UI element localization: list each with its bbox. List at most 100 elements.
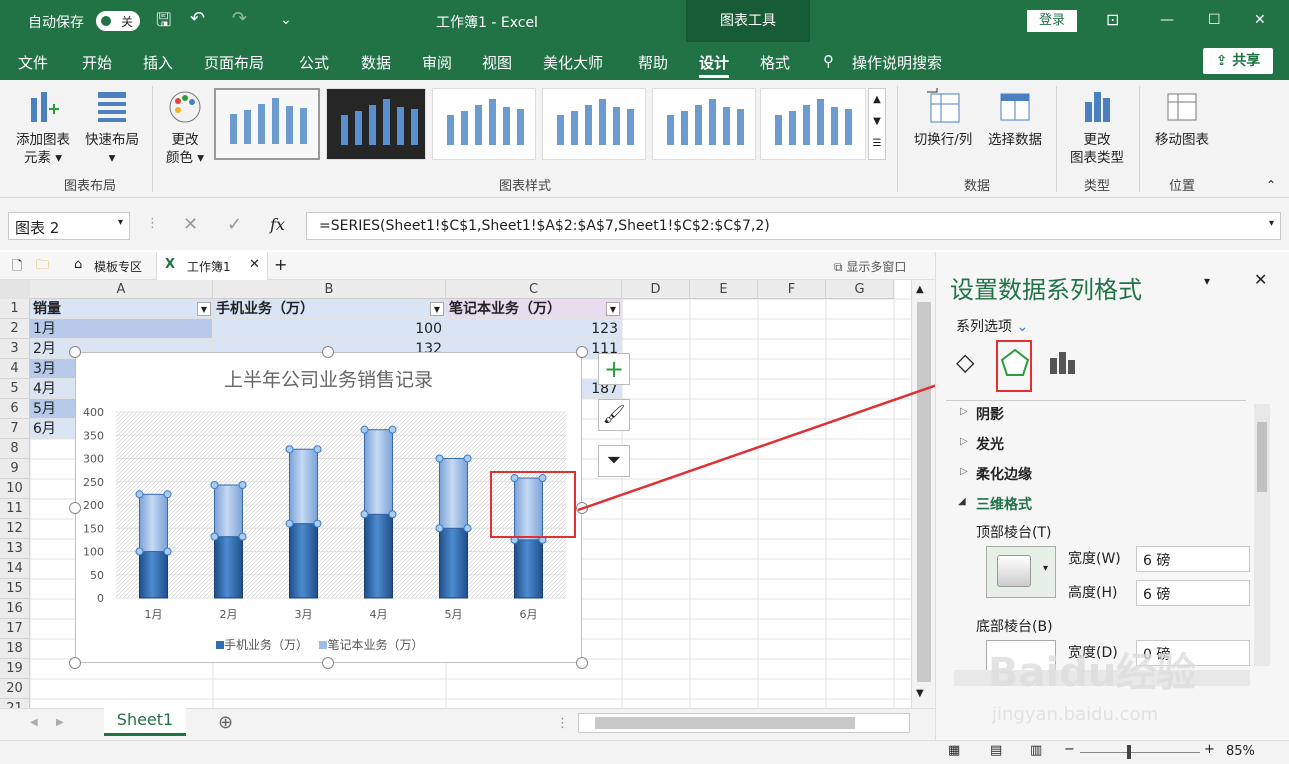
pane-close-icon[interactable]: ✕	[1254, 270, 1267, 289]
section-3d-format[interactable]: 三维格式	[976, 494, 1032, 514]
collapse-ribbon-icon[interactable]: ⌃	[1266, 178, 1276, 192]
pane-options-icon[interactable]: ▾	[1204, 274, 1210, 288]
row-header-13[interactable]: 13	[0, 539, 30, 559]
section-soft-edges[interactable]: 柔化边缘	[976, 464, 1032, 484]
tab-view[interactable]: 视图	[482, 52, 512, 73]
collapse-3d-icon[interactable]: ◢	[958, 496, 966, 507]
save-icon[interactable]: 🖫	[156, 8, 171, 38]
col-header-G[interactable]: G	[826, 280, 894, 299]
chart-style-2[interactable]	[326, 88, 426, 160]
search-icon[interactable]: ⚲	[823, 52, 834, 70]
normal-view-icon[interactable]: ▦	[948, 743, 960, 758]
prev-sheet-icon[interactable]: ◀	[30, 717, 38, 728]
styles-scroll[interactable]: ▲ ▼ ☰	[868, 88, 886, 160]
page-break-view-icon[interactable]: ▥	[1030, 743, 1042, 758]
login-button[interactable]: 登录	[1027, 10, 1077, 32]
chart-style-3[interactable]	[432, 88, 536, 160]
expand-shadow-icon[interactable]: ▷	[960, 406, 968, 417]
series-selection-handle[interactable]	[163, 547, 172, 556]
row-header-8[interactable]: 8	[0, 439, 30, 459]
resize-handle-tm[interactable]	[322, 346, 334, 358]
chart-style-4[interactable]	[542, 88, 646, 160]
series-selection-handle[interactable]	[435, 454, 444, 463]
bar-mobile-5月[interactable]	[439, 527, 468, 599]
col-header-F[interactable]: F	[758, 280, 826, 299]
col-header-D[interactable]: D	[622, 280, 690, 299]
series-selection-handle[interactable]	[135, 547, 144, 556]
filter-dropdown-icon[interactable]: ▼	[606, 302, 620, 316]
series-selection-handle[interactable]	[163, 490, 172, 499]
add-tab-icon[interactable]: +	[274, 255, 287, 274]
tab-home[interactable]: 开始	[82, 52, 112, 73]
series-selection-handle[interactable]	[238, 481, 247, 490]
zoom-level[interactable]: 85%	[1226, 744, 1255, 759]
col-header-C[interactable]: C	[446, 280, 622, 299]
switch-row-col-button[interactable]: 切换行/列	[906, 88, 980, 149]
series-selection-handle[interactable]	[238, 532, 247, 541]
cancel-formula-icon[interactable]: ✕	[183, 214, 198, 235]
resize-handle-bl[interactable]	[69, 657, 81, 669]
change-colors-button[interactable]: 更改 颜色 ▾	[160, 88, 210, 167]
tab-beautify[interactable]: 美化大师	[543, 52, 603, 73]
row-header-16[interactable]: 16	[0, 599, 30, 619]
add-sheet-icon[interactable]: ⊕	[218, 712, 233, 733]
confirm-formula-icon[interactable]: ✓	[227, 214, 242, 235]
chart-legend[interactable]: 手机业务（万） 笔记本业务（万）	[216, 636, 423, 653]
row-header-12[interactable]: 12	[0, 519, 30, 539]
name-box[interactable]: 图表 2 ▾	[8, 212, 130, 240]
next-sheet-icon[interactable]: ▶	[56, 717, 64, 728]
expand-glow-icon[interactable]: ▷	[960, 436, 968, 447]
ribbon-display-icon[interactable]: ⊡	[1106, 10, 1119, 29]
bar-mobile-4月[interactable]	[364, 513, 393, 599]
tab-file[interactable]: 文件	[18, 52, 48, 73]
series-selection-handle[interactable]	[388, 510, 397, 519]
row-header-6[interactable]: 6	[0, 399, 30, 419]
bar-mobile-1月[interactable]	[139, 551, 168, 599]
resize-handle-ml[interactable]	[69, 502, 81, 514]
insert-function-icon[interactable]: fx	[270, 215, 285, 234]
series-selection-handle[interactable]	[285, 445, 294, 454]
row-header-5[interactable]: 5	[0, 379, 30, 399]
tell-me-search[interactable]: 操作说明搜索	[852, 52, 942, 73]
move-chart-button[interactable]: 移动图表	[1146, 88, 1218, 149]
series-selection-handle[interactable]	[360, 425, 369, 434]
fill-line-icon[interactable]: ◇	[956, 348, 974, 376]
bar-laptop-1月[interactable]	[139, 493, 168, 552]
add-chart-element-button[interactable]: 添加图表 元素 ▾	[10, 88, 76, 167]
series-selection-handle[interactable]	[435, 524, 444, 533]
home-icon[interactable]: ⌂	[74, 257, 82, 272]
row-header-1[interactable]: 1	[0, 299, 30, 319]
zoom-thumb[interactable]	[1127, 745, 1131, 759]
bar-mobile-3月[interactable]	[289, 523, 318, 599]
top-bevel-picker[interactable]: ▾	[986, 546, 1056, 598]
select-all-corner[interactable]	[0, 280, 30, 299]
row-header-7[interactable]: 7	[0, 419, 30, 439]
show-multi-window[interactable]: ⧉ 显示多窗口	[834, 258, 906, 275]
minimize-icon[interactable]: —	[1160, 12, 1174, 28]
tab-workbook[interactable]: X 工作簿1 ✕	[156, 252, 268, 280]
horizontal-scrollbar[interactable]	[578, 713, 910, 733]
change-chart-type-button[interactable]: 更改 图表类型	[1064, 88, 1130, 167]
chart-style-6[interactable]	[760, 88, 866, 160]
cell-a2[interactable]: 1月	[30, 319, 213, 339]
row-header-17[interactable]: 17	[0, 619, 30, 639]
row-header-2[interactable]: 2	[0, 319, 30, 339]
bar-laptop-5月[interactable]	[439, 458, 468, 529]
series-selection-handle[interactable]	[388, 425, 397, 434]
formula-input[interactable]: =SERIES(Sheet1!$C$1,Sheet1!$A$2:$A$7,She…	[306, 212, 1281, 240]
row-header-10[interactable]: 10	[0, 479, 30, 499]
redo-icon[interactable]: ↷	[232, 8, 247, 29]
tab-formulas[interactable]: 公式	[299, 52, 329, 73]
row-header-14[interactable]: 14	[0, 559, 30, 579]
col-header-A[interactable]: A	[30, 280, 213, 299]
tab-insert[interactable]: 插入	[143, 52, 173, 73]
pane-scrollbar[interactable]	[1254, 404, 1270, 666]
row-header-18[interactable]: 18	[0, 639, 30, 659]
row-header-19[interactable]: 19	[0, 659, 30, 679]
series-selection-handle[interactable]	[313, 445, 322, 454]
col-header-B[interactable]: B	[213, 280, 446, 299]
new-file-icon[interactable]: 🗋	[12, 257, 22, 279]
chart-style-5[interactable]	[652, 88, 756, 160]
row-header-3[interactable]: 3	[0, 339, 30, 359]
row-header-11[interactable]: 11	[0, 499, 30, 519]
